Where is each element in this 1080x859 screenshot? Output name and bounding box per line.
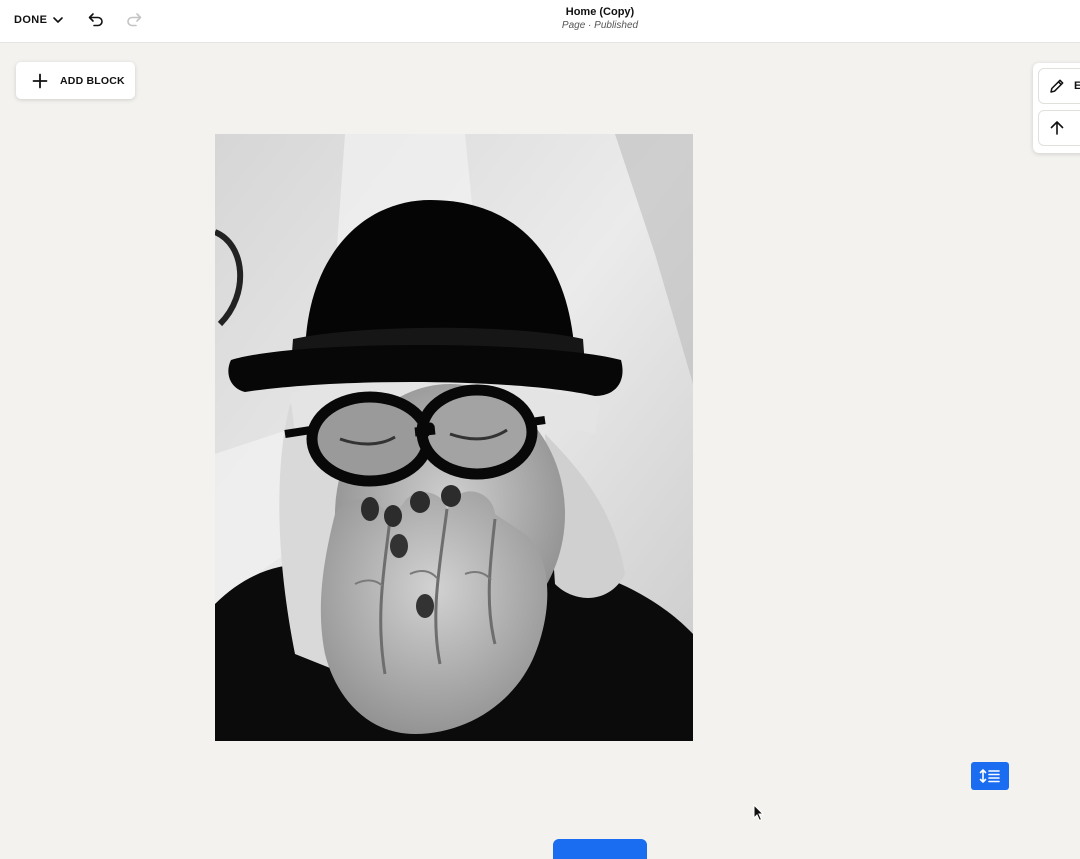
page-title-group: Home (Copy) Page · Published (440, 6, 760, 33)
portrait-photo (215, 134, 693, 741)
move-section-up-button[interactable] (1038, 110, 1080, 146)
mouse-cursor-icon (753, 804, 765, 822)
page-title: Home (Copy) (565, 6, 635, 18)
redo-button[interactable] (123, 9, 145, 31)
undo-button[interactable] (85, 9, 107, 31)
section-toolbar: E (1033, 63, 1080, 153)
editor-top-bar: DONE Home (Copy) Page · Published (0, 0, 1080, 43)
pencil-icon (1050, 79, 1064, 93)
page-status: Page · Published (561, 20, 639, 31)
section-spacing-button[interactable] (971, 762, 1009, 790)
undo-icon (88, 13, 103, 27)
add-block-button[interactable]: ADD BLOCK (16, 62, 135, 99)
add-block-label: ADD BLOCK (60, 74, 125, 87)
edit-section-button[interactable]: E (1038, 68, 1080, 104)
add-section-button[interactable] (553, 839, 647, 859)
plus-icon (32, 73, 48, 88)
image-block[interactable] (215, 134, 693, 741)
done-label: DONE (14, 14, 48, 26)
redo-icon (127, 13, 142, 27)
chevron-down-icon (53, 17, 64, 23)
done-button[interactable]: DONE (14, 11, 64, 29)
edit-section-label: E (1074, 80, 1080, 92)
arrow-up-icon (1050, 121, 1064, 135)
line-spacing-icon (979, 769, 1000, 783)
